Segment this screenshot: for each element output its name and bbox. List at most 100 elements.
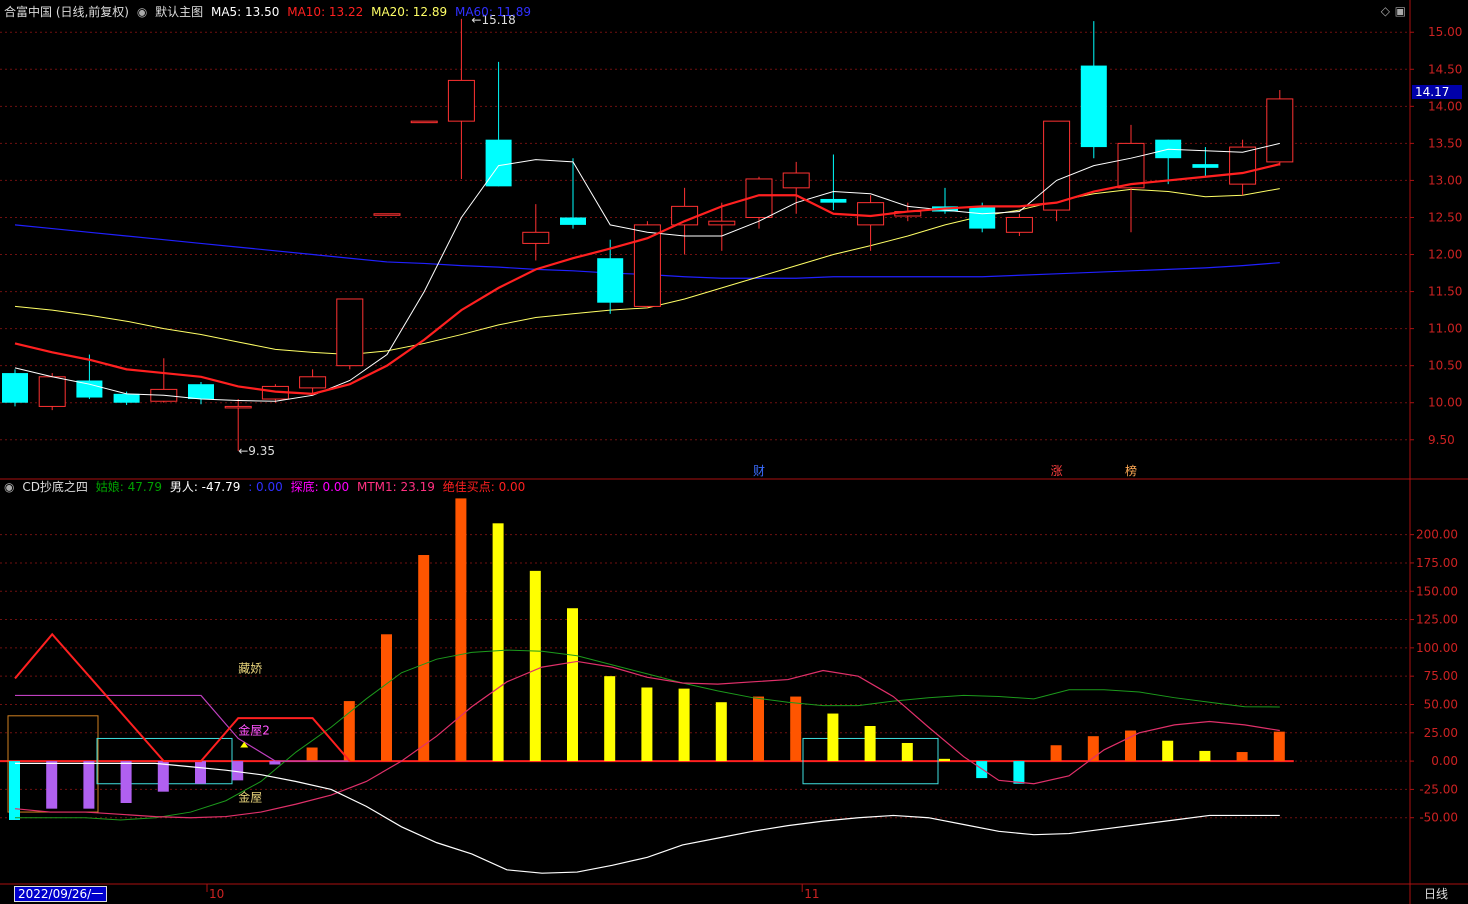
main-chart-header: 合富中国 (日线,前复权) ◉ 默认主图 MA5: 13.50 MA10: 13…	[4, 5, 535, 19]
candle-body	[560, 217, 586, 225]
cycle-label[interactable]: 日线	[1424, 885, 1448, 902]
event-mark: 涨	[1051, 463, 1063, 478]
indicator-bar	[901, 742, 913, 762]
candle-body	[857, 202, 885, 226]
ma10-label: MA10: 13.22	[287, 5, 364, 19]
ind-tick-label: 75.00	[1424, 669, 1458, 683]
nanren-label: 男人: -47.79	[169, 480, 241, 494]
indicator-bar	[1199, 750, 1211, 762]
indicator-bar	[1013, 761, 1025, 784]
current-price-tag: 14.17	[1412, 85, 1462, 99]
diamond-icon[interactable]: ◇	[1381, 4, 1390, 18]
tandi-label: 探底: 0.00	[290, 480, 350, 494]
candle-body	[597, 258, 624, 303]
indicator-bar	[1050, 745, 1062, 762]
view-dropdown-icon[interactable]: ◉	[137, 5, 147, 19]
ind-tick-label: 100.00	[1416, 641, 1458, 655]
main-chart[interactable]	[2, 18, 1294, 451]
x-tick-label: 11	[804, 887, 819, 901]
candle-body	[969, 206, 996, 229]
indicator-dropdown-icon[interactable]: ◉	[4, 480, 14, 494]
grid-layer	[0, 0, 1468, 904]
candle-body	[708, 220, 736, 226]
indicator-bar	[1273, 731, 1285, 762]
juejia-line	[14, 632, 351, 763]
ind-tick-label: 175.00	[1416, 556, 1458, 570]
ind-tick-label: 200.00	[1416, 528, 1458, 542]
indicator-chart[interactable]	[0, 498, 1294, 874]
indicator-bar	[641, 687, 653, 762]
candle-body	[373, 213, 401, 216]
low-price-label: ←9.35	[238, 444, 275, 458]
annotation-label: 金屋	[238, 789, 262, 804]
indicator-bar	[120, 761, 132, 803]
label-layer: ←15.18←9.35财涨榜藏娇金屋2金屋	[238, 13, 1137, 804]
ma20-label: MA20: 12.89	[371, 5, 448, 19]
candle-body	[820, 198, 847, 203]
window-icon[interactable]: ▣	[1395, 4, 1406, 18]
candle-body	[76, 380, 103, 398]
indicator-bar	[343, 701, 355, 762]
ma60-label: MA60: 11.89	[454, 5, 532, 19]
indicator-bar	[678, 688, 690, 762]
indicator-bar	[715, 702, 727, 762]
candle-body	[336, 298, 364, 367]
ind-tick-label: 0.00	[1431, 754, 1458, 768]
ind-tick-label: -50.00	[1419, 811, 1458, 825]
main-tick-label: 9.50	[1428, 433, 1455, 447]
indicator-bar	[529, 570, 541, 762]
candle-body	[1266, 98, 1294, 163]
indicator-bar	[1236, 752, 1248, 762]
event-mark: 榜	[1125, 463, 1137, 478]
candle-body	[1005, 216, 1033, 233]
candle-body	[1080, 65, 1107, 148]
indicator-bar	[46, 761, 58, 809]
main-tick-label: 12.50	[1428, 210, 1462, 224]
indicator-bar	[976, 761, 988, 779]
indicator-bar	[864, 726, 876, 762]
ind-tick-label: 150.00	[1416, 584, 1458, 598]
candle-body	[1117, 142, 1145, 189]
candle-body	[188, 384, 214, 400]
indicator-bar	[455, 498, 467, 762]
indicator-bar	[604, 676, 616, 762]
main-tick-label: 10.00	[1428, 396, 1462, 410]
candle-body	[782, 172, 810, 189]
blank-value-label: : 0.00	[248, 480, 283, 494]
candle-body	[447, 79, 475, 122]
indicator-bar	[827, 713, 839, 762]
indicator-bar	[939, 758, 950, 762]
mtm1-label: MTM1: 23.19	[357, 480, 435, 494]
main-tick-label: 10.50	[1428, 359, 1462, 373]
x-tick-label: 10	[209, 887, 224, 901]
ma5-label: MA5: 13.50	[210, 5, 280, 19]
annotation-label: 藏娇	[238, 661, 262, 675]
guniang-label: 姑娘: 47.79	[95, 480, 162, 494]
candle-body	[38, 376, 66, 407]
annotation-label: 金屋2	[238, 723, 270, 738]
indicator-bar	[753, 696, 764, 762]
candle-body	[2, 373, 28, 403]
indicator-bar	[381, 634, 392, 762]
view-name[interactable]: 默认主图	[155, 5, 203, 19]
chart-canvas: 15.00 14.50 14.00 13.50 13.00 12.50 12.00 11.50…	[0, 0, 1468, 904]
ind-tick-label: -25.00	[1419, 782, 1458, 796]
indicator-bar	[492, 523, 504, 762]
ind-tick-label: 125.00	[1416, 613, 1458, 627]
indicator-bar	[9, 761, 20, 820]
event-mark: 财	[753, 464, 765, 478]
candle-body	[299, 376, 327, 389]
main-tick-label: 14.50	[1428, 62, 1462, 76]
indicator-bar	[790, 696, 802, 762]
candle-body	[522, 231, 550, 244]
stock-title[interactable]: 合富中国 (日线,前复权)	[4, 5, 129, 19]
indicator-title[interactable]: CD抄底之四	[22, 480, 88, 494]
tandi-line	[15, 694, 350, 762]
candle-body	[485, 139, 512, 187]
indicator-bar	[567, 608, 578, 762]
ind-tick-label: 50.00	[1424, 697, 1458, 711]
candle-body	[1192, 164, 1219, 168]
date-cursor-label: 2022/09/26/一	[14, 886, 108, 902]
candle-body	[410, 120, 438, 124]
indicator-header: ◉ CD抄底之四 姑娘: 47.79 男人: -47.79 : 0.00 探底:…	[4, 480, 529, 494]
